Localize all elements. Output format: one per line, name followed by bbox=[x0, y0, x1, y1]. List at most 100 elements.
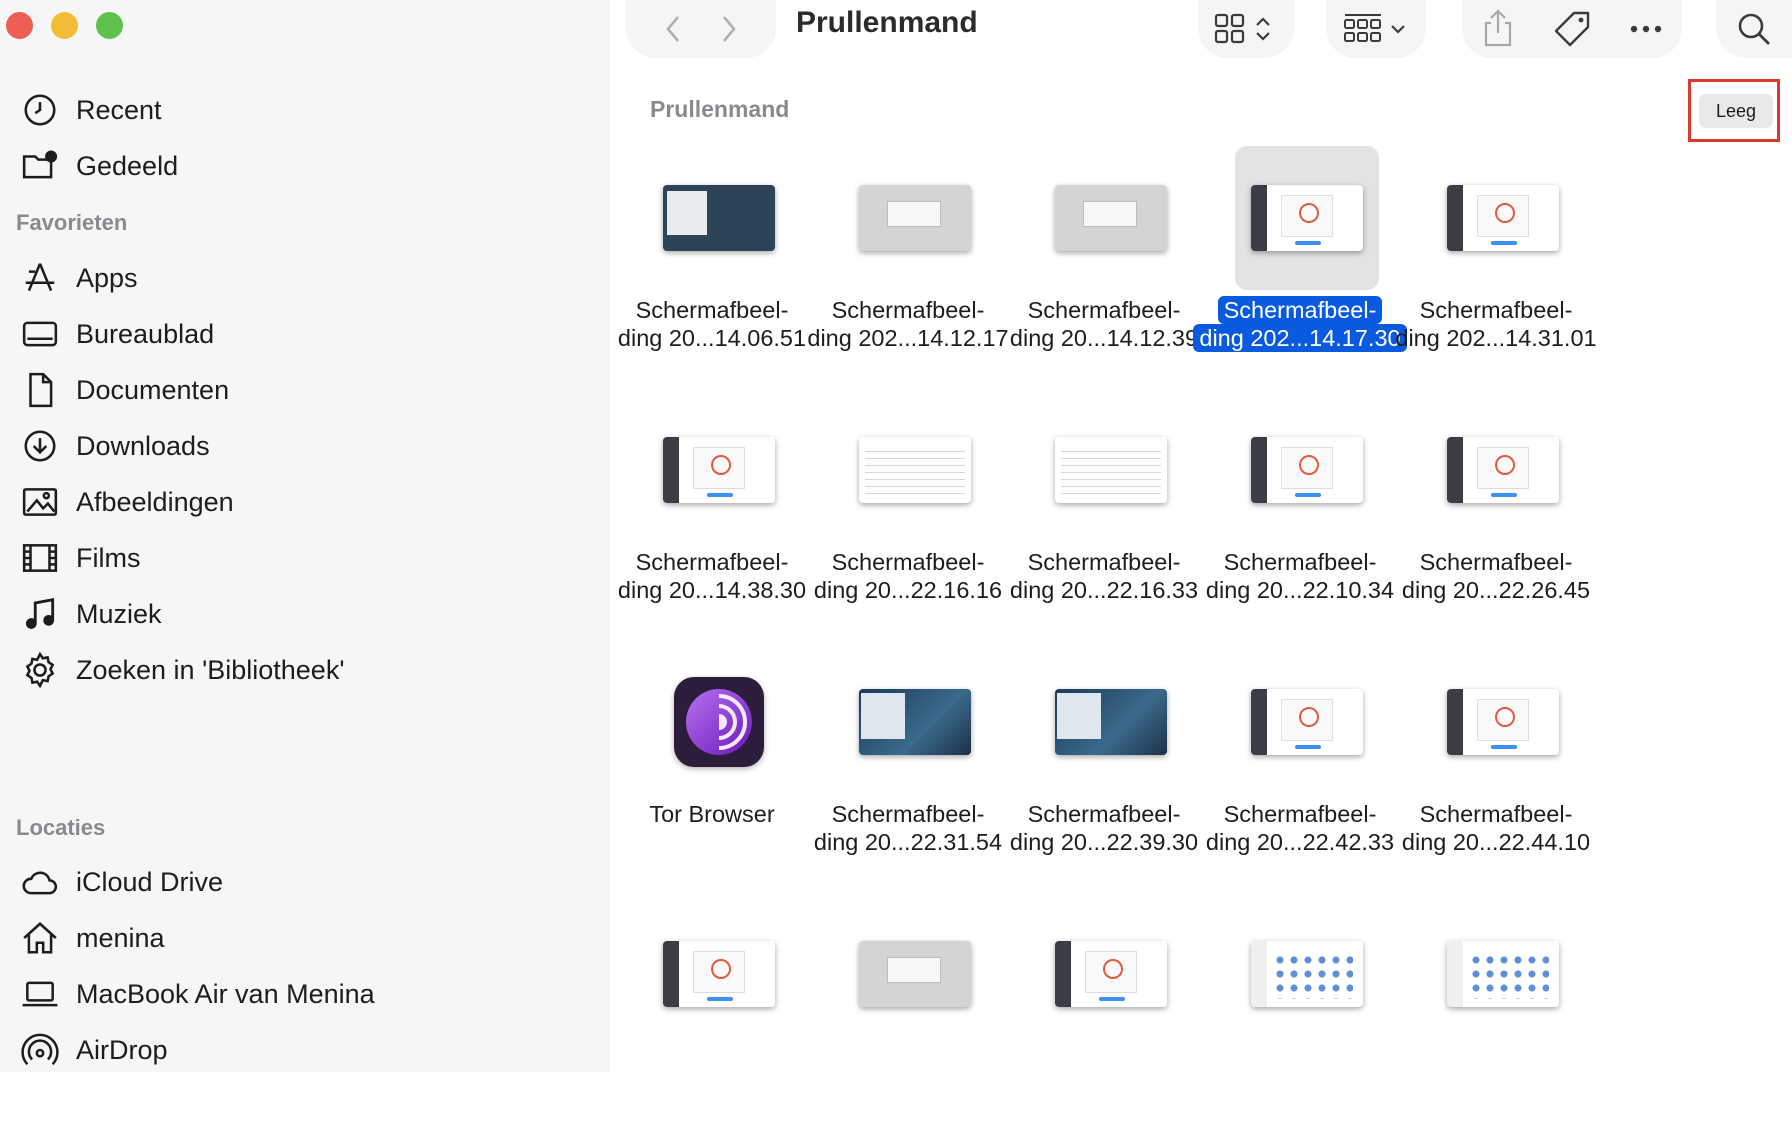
file-thumbnail[interactable] bbox=[1431, 146, 1575, 290]
sidebar-item-search-library[interactable]: Zoeken in 'Bibliotheek' bbox=[20, 648, 344, 692]
file-name-line-2: ding 202...14.12.17 bbox=[807, 325, 1009, 351]
home-icon bbox=[20, 918, 60, 958]
tor-browser-icon bbox=[674, 677, 764, 767]
apps-icon bbox=[20, 258, 60, 298]
file-thumbnail[interactable] bbox=[843, 650, 987, 794]
file-thumbnail[interactable] bbox=[1039, 902, 1183, 1046]
sidebar-item-apps[interactable]: Apps bbox=[20, 256, 138, 300]
ellipsis-icon bbox=[1631, 25, 1662, 33]
file-thumbnail[interactable] bbox=[1431, 650, 1575, 794]
sidebar-item-label: Films bbox=[76, 542, 141, 573]
share-button[interactable] bbox=[1481, 9, 1515, 49]
file-thumbnail[interactable] bbox=[647, 146, 791, 290]
sidebar-item-desktop[interactable]: Bureaublad bbox=[20, 312, 214, 356]
app-item-tor-browser[interactable]: Tor Browser bbox=[600, 644, 824, 896]
file-thumbnail[interactable] bbox=[843, 146, 987, 290]
screenshot-thumbnail bbox=[859, 437, 971, 503]
sidebar-item-movies[interactable]: Films bbox=[20, 536, 140, 580]
file-name-line-2: ding 20...22.31.54 bbox=[813, 829, 1003, 855]
group-by-button[interactable] bbox=[1326, 0, 1426, 58]
file-item[interactable]: Schermafbeel-ding 20...22.26.45 bbox=[1384, 392, 1608, 644]
file-item[interactable]: Schermafbeel-ding 202...14.12.17 bbox=[796, 140, 1020, 392]
sidebar-item-airdrop[interactable]: AirDrop bbox=[20, 1028, 168, 1072]
sidebar-item-home[interactable]: menina bbox=[20, 916, 165, 960]
window-controls bbox=[6, 12, 123, 39]
file-thumbnail[interactable] bbox=[1235, 398, 1379, 542]
chevron-right-icon bbox=[723, 16, 736, 42]
sidebar-item-icloud[interactable]: iCloud Drive bbox=[20, 860, 223, 904]
file-item[interactable] bbox=[992, 896, 1216, 1148]
file-item[interactable]: Schermafbeel-ding 202...14.31.01 bbox=[1384, 140, 1608, 392]
file-item[interactable]: Schermafbeel-ding 20...22.44.10 bbox=[1384, 644, 1608, 896]
file-item[interactable]: Schermafbeel-ding 20...14.38.30 bbox=[600, 392, 824, 644]
close-window-button[interactable] bbox=[6, 12, 33, 39]
file-item[interactable]: Schermafbeel-ding 202...14.17.30 bbox=[1188, 140, 1412, 392]
tag-button[interactable] bbox=[1552, 9, 1592, 49]
screenshot-thumbnail bbox=[1251, 941, 1363, 1007]
file-thumbnail[interactable] bbox=[843, 902, 987, 1046]
file-thumbnail[interactable] bbox=[647, 902, 791, 1046]
file-item[interactable]: Schermafbeel-ding 20...22.10.34 bbox=[1188, 392, 1412, 644]
sidebar-item-macbook[interactable]: MacBook Air van Menina bbox=[20, 972, 375, 1016]
sidebar-item-recent[interactable]: Recent bbox=[20, 88, 162, 132]
file-name-label: Schermafbeel-ding 20...22.16.33 bbox=[992, 548, 1216, 604]
file-item[interactable]: Schermafbeel-ding 20...22.16.16 bbox=[796, 392, 1020, 644]
file-item[interactable]: Schermafbeel-ding 20...22.31.54 bbox=[796, 644, 1020, 896]
file-name-line-1: Schermafbeel- bbox=[831, 549, 985, 575]
search-icon bbox=[1738, 13, 1770, 45]
file-name-label: Schermafbeel-ding 20...22.31.54 bbox=[796, 800, 1020, 856]
file-item[interactable]: Schermafbeel-ding 20...22.39.30 bbox=[992, 644, 1216, 896]
screenshot-thumbnail bbox=[663, 941, 775, 1007]
file-name-label: Schermafbeel-ding 202...14.12.17 bbox=[796, 296, 1020, 352]
file-thumbnail[interactable] bbox=[1039, 650, 1183, 794]
forward-button[interactable] bbox=[719, 13, 739, 45]
sidebar-item-shared[interactable]: Gedeeld bbox=[20, 144, 178, 188]
minimize-window-button[interactable] bbox=[51, 12, 78, 39]
shared-folder-icon bbox=[20, 146, 60, 186]
more-button[interactable] bbox=[1629, 24, 1663, 34]
sidebar-item-music[interactable]: Muziek bbox=[20, 592, 162, 636]
file-name-label bbox=[1384, 1052, 1608, 1108]
screenshot-thumbnail bbox=[1055, 437, 1167, 503]
file-thumbnail[interactable] bbox=[843, 398, 987, 542]
file-item[interactable] bbox=[1384, 896, 1608, 1148]
file-thumbnail[interactable] bbox=[1235, 902, 1379, 1046]
file-name-line-2: ding 202...14.31.01 bbox=[1395, 325, 1597, 351]
airdrop-icon bbox=[20, 1030, 60, 1070]
file-item[interactable]: Schermafbeel-ding 20...22.42.33 bbox=[1188, 644, 1412, 896]
fullscreen-window-button[interactable] bbox=[96, 12, 123, 39]
file-thumbnail[interactable] bbox=[647, 650, 791, 794]
file-name-line-2: ding 20...14.38.30 bbox=[617, 577, 807, 603]
file-item[interactable]: Schermafbeel-ding 20...14.06.51 bbox=[600, 140, 824, 392]
file-thumbnail[interactable] bbox=[1039, 146, 1183, 290]
file-name-line-1: Schermafbeel- bbox=[1027, 549, 1181, 575]
view-mode-button[interactable] bbox=[1198, 0, 1294, 58]
screenshot-thumbnail bbox=[1447, 185, 1559, 251]
file-name-label: Schermafbeel-ding 20...22.10.34 bbox=[1188, 548, 1412, 604]
back-button[interactable] bbox=[663, 13, 683, 45]
file-item[interactable] bbox=[1188, 896, 1412, 1148]
file-thumbnail[interactable] bbox=[647, 398, 791, 542]
file-name-line-2: ding 20...22.44.10 bbox=[1401, 829, 1591, 855]
file-name-line-1: Schermafbeel- bbox=[1419, 297, 1573, 323]
sidebar-item-documents[interactable]: Documenten bbox=[20, 368, 229, 412]
search-button[interactable] bbox=[1716, 0, 1792, 58]
file-name-line-2: ding 20...22.39.30 bbox=[1009, 829, 1199, 855]
file-thumbnail[interactable] bbox=[1235, 650, 1379, 794]
sidebar-item-pictures[interactable]: Afbeeldingen bbox=[20, 480, 234, 524]
file-name-label: Schermafbeel-ding 202...14.17.30 bbox=[1188, 296, 1412, 352]
file-item[interactable]: Schermafbeel-ding 20...14.12.39 bbox=[992, 140, 1216, 392]
file-item[interactable] bbox=[796, 896, 1020, 1148]
file-thumbnail[interactable] bbox=[1039, 398, 1183, 542]
file-name-line-2: ding 202...14.17.30 bbox=[1193, 324, 1407, 352]
file-thumbnail[interactable] bbox=[1235, 146, 1379, 290]
sidebar-item-label: Gedeeld bbox=[76, 150, 179, 181]
sidebar-item-label: Afbeeldingen bbox=[76, 486, 234, 517]
file-item[interactable]: Schermafbeel-ding 20...22.16.33 bbox=[992, 392, 1216, 644]
file-thumbnail[interactable] bbox=[1431, 902, 1575, 1046]
file-thumbnail[interactable] bbox=[1431, 398, 1575, 542]
file-item[interactable] bbox=[600, 896, 824, 1148]
sidebar-item-label: menina bbox=[76, 922, 165, 953]
tag-icon bbox=[1554, 11, 1590, 47]
sidebar-item-downloads[interactable]: Downloads bbox=[20, 424, 210, 468]
